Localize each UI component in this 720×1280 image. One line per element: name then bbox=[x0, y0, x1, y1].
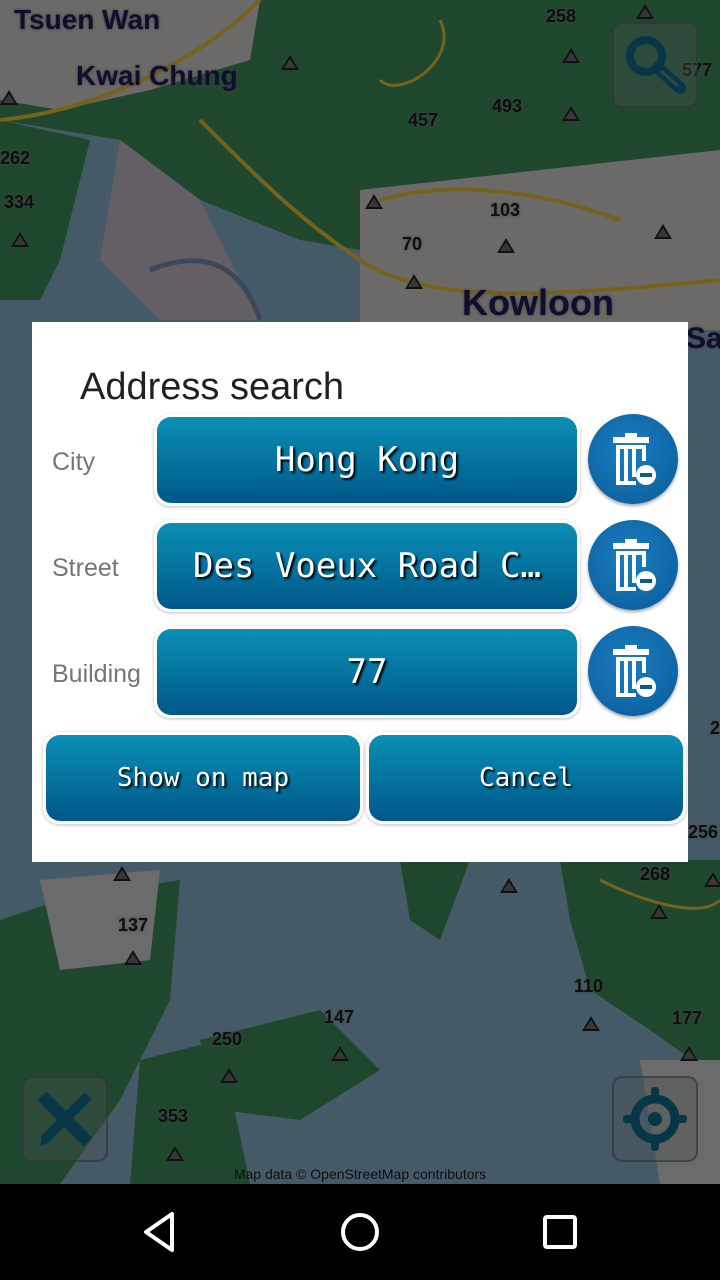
building-field[interactable]: 77 bbox=[154, 626, 580, 718]
city-value: Hong Kong bbox=[157, 417, 577, 503]
city-field[interactable]: Hong Kong bbox=[154, 414, 580, 506]
cancel-label: Cancel bbox=[369, 735, 683, 821]
dialog-title: Address search bbox=[80, 366, 345, 408]
home-icon bbox=[341, 1213, 379, 1251]
show-on-map-button[interactable]: Show on map bbox=[43, 732, 363, 824]
show-on-map-label: Show on map bbox=[46, 735, 360, 821]
address-search-dialog: Address search City Hong Kong Street Des… bbox=[32, 322, 688, 862]
street-field[interactable]: Des Voeux Road C… bbox=[154, 520, 580, 612]
cancel-button[interactable]: Cancel bbox=[366, 732, 686, 824]
street-label: Street bbox=[52, 554, 119, 582]
building-label: Building bbox=[52, 660, 141, 688]
building-value: 77 bbox=[157, 629, 577, 715]
street-value: Des Voeux Road C… bbox=[157, 523, 577, 609]
clear-building-button[interactable] bbox=[588, 626, 678, 716]
recents-icon bbox=[543, 1215, 577, 1249]
trash-minus-icon bbox=[613, 645, 656, 697]
trash-minus-icon bbox=[613, 433, 656, 485]
clear-city-button[interactable] bbox=[588, 414, 678, 504]
nav-recents-button[interactable] bbox=[536, 1208, 584, 1256]
clear-street-button[interactable] bbox=[588, 520, 678, 610]
nav-home-button[interactable] bbox=[336, 1208, 384, 1256]
city-label: City bbox=[52, 448, 96, 476]
system-navigation-bar bbox=[0, 1184, 720, 1280]
nav-back-button[interactable] bbox=[136, 1208, 184, 1256]
back-icon bbox=[144, 1212, 174, 1252]
trash-minus-icon bbox=[613, 539, 656, 591]
